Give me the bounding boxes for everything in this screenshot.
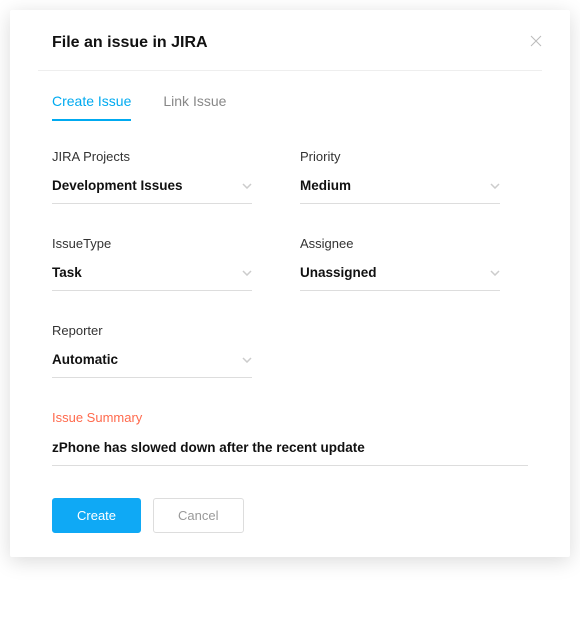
assignee-value: Unassigned bbox=[300, 265, 377, 280]
issuetype-label: IssueType bbox=[52, 236, 252, 251]
jira-issue-modal: File an issue in JIRA Create Issue Link … bbox=[10, 10, 570, 557]
chevron-down-icon bbox=[242, 270, 252, 276]
issuetype-value: Task bbox=[52, 265, 82, 280]
create-button[interactable]: Create bbox=[52, 498, 141, 533]
actions: Create Cancel bbox=[52, 494, 528, 533]
tab-link-issue[interactable]: Link Issue bbox=[163, 85, 226, 121]
reporter-select[interactable]: Automatic bbox=[52, 352, 252, 378]
close-icon[interactable] bbox=[530, 35, 542, 51]
assignee-label: Assignee bbox=[300, 236, 500, 251]
chevron-down-icon bbox=[242, 357, 252, 363]
tabs: Create Issue Link Issue bbox=[10, 85, 570, 121]
issue-summary-label: Issue Summary bbox=[52, 410, 528, 425]
field-assignee: Assignee Unassigned bbox=[300, 236, 500, 291]
chevron-down-icon bbox=[490, 183, 500, 189]
issue-summary-section: Issue Summary bbox=[52, 410, 528, 466]
jira-projects-select[interactable]: Development Issues bbox=[52, 178, 252, 204]
issuetype-select[interactable]: Task bbox=[52, 265, 252, 291]
form-body: JIRA Projects Development Issues Priorit… bbox=[10, 121, 570, 557]
chevron-down-icon bbox=[242, 183, 252, 189]
chevron-down-icon bbox=[490, 270, 500, 276]
field-reporter: Reporter Automatic bbox=[52, 323, 252, 378]
form-row-1: JIRA Projects Development Issues Priorit… bbox=[52, 149, 528, 204]
form-row-3: Reporter Automatic bbox=[52, 323, 528, 378]
modal-title: File an issue in JIRA bbox=[52, 34, 208, 52]
priority-label: Priority bbox=[300, 149, 500, 164]
form-row-2: IssueType Task Assignee Unassigned bbox=[52, 236, 528, 291]
field-jira-projects: JIRA Projects Development Issues bbox=[52, 149, 252, 204]
priority-value: Medium bbox=[300, 178, 351, 193]
jira-projects-label: JIRA Projects bbox=[52, 149, 252, 164]
assignee-select[interactable]: Unassigned bbox=[300, 265, 500, 291]
reporter-label: Reporter bbox=[52, 323, 252, 338]
field-issuetype: IssueType Task bbox=[52, 236, 252, 291]
cancel-button[interactable]: Cancel bbox=[153, 498, 243, 533]
field-priority: Priority Medium bbox=[300, 149, 500, 204]
header-divider bbox=[38, 70, 542, 71]
jira-projects-value: Development Issues bbox=[52, 178, 183, 193]
tab-create-issue[interactable]: Create Issue bbox=[52, 85, 131, 121]
priority-select[interactable]: Medium bbox=[300, 178, 500, 204]
issue-summary-input[interactable] bbox=[52, 440, 528, 466]
reporter-value: Automatic bbox=[52, 352, 118, 367]
modal-header: File an issue in JIRA bbox=[10, 10, 570, 70]
